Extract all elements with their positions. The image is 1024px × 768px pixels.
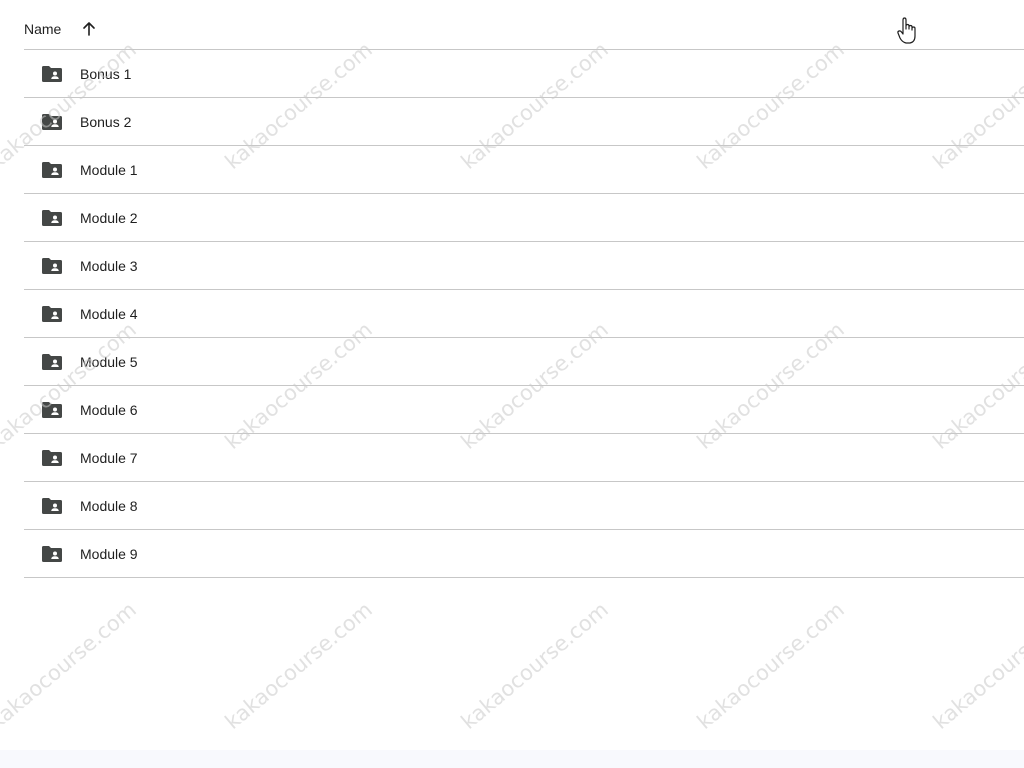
watermark-text: kakaocourse.com — [456, 597, 613, 734]
folder-row[interactable]: Module 5 — [24, 338, 1024, 386]
shared-folder-icon — [41, 401, 63, 419]
name-column-header[interactable]: Name — [24, 19, 99, 39]
watermark-text: kakaocourse.com — [928, 597, 1024, 734]
folder-row[interactable]: Module 3 — [24, 242, 1024, 290]
file-list: Name Bonus 1 Bonus 2 Module 1 Module 2 Modul… — [24, 8, 1024, 578]
folder-name: Module 2 — [80, 209, 138, 226]
watermark-text: kakaocourse.com — [0, 597, 141, 734]
folder-row[interactable]: Module 1 — [24, 146, 1024, 194]
folder-row[interactable]: Module 2 — [24, 194, 1024, 242]
watermark-text: kakaocourse.com — [692, 597, 849, 734]
folder-name: Module 6 — [80, 401, 138, 418]
folder-name: Module 5 — [80, 353, 138, 370]
folder-row[interactable]: Module 8 — [24, 482, 1024, 530]
shared-folder-icon — [41, 305, 63, 323]
folder-name: Module 9 — [80, 545, 138, 562]
folder-name: Module 8 — [80, 497, 138, 514]
name-column-label: Name — [24, 20, 62, 37]
hand-cursor-icon — [896, 17, 918, 45]
folder-name: Module 7 — [80, 449, 138, 466]
shared-folder-icon — [41, 353, 63, 371]
folder-row[interactable]: Module 9 — [24, 530, 1024, 578]
folder-name: Module 4 — [80, 305, 138, 322]
folder-row[interactable]: Module 6 — [24, 386, 1024, 434]
folder-row[interactable]: Bonus 1 — [24, 50, 1024, 98]
bottom-strip — [0, 750, 1024, 768]
folder-rows: Bonus 1 Bonus 2 Module 1 Module 2 Module 3 Mo… — [24, 50, 1024, 578]
file-browser-page: Name Bonus 1 Bonus 2 Module 1 Module 2 Modul… — [0, 0, 1024, 768]
shared-folder-icon — [41, 113, 63, 131]
shared-folder-icon — [41, 209, 63, 227]
folder-row[interactable]: Module 7 — [24, 434, 1024, 482]
folder-row[interactable]: Bonus 2 — [24, 98, 1024, 146]
shared-folder-icon — [41, 497, 63, 515]
folder-name: Bonus 1 — [80, 65, 132, 82]
folder-name: Module 3 — [80, 257, 138, 274]
shared-folder-icon — [41, 545, 63, 563]
shared-folder-icon — [41, 257, 63, 275]
arrow-up-icon[interactable] — [79, 19, 99, 39]
shared-folder-icon — [41, 449, 63, 467]
folder-row[interactable]: Module 4 — [24, 290, 1024, 338]
shared-folder-icon — [41, 161, 63, 179]
folder-name: Bonus 2 — [80, 113, 132, 130]
shared-folder-icon — [41, 65, 63, 83]
folder-name: Module 1 — [80, 161, 138, 178]
list-header: Name — [24, 8, 1024, 50]
watermark-text: kakaocourse.com — [220, 597, 377, 734]
